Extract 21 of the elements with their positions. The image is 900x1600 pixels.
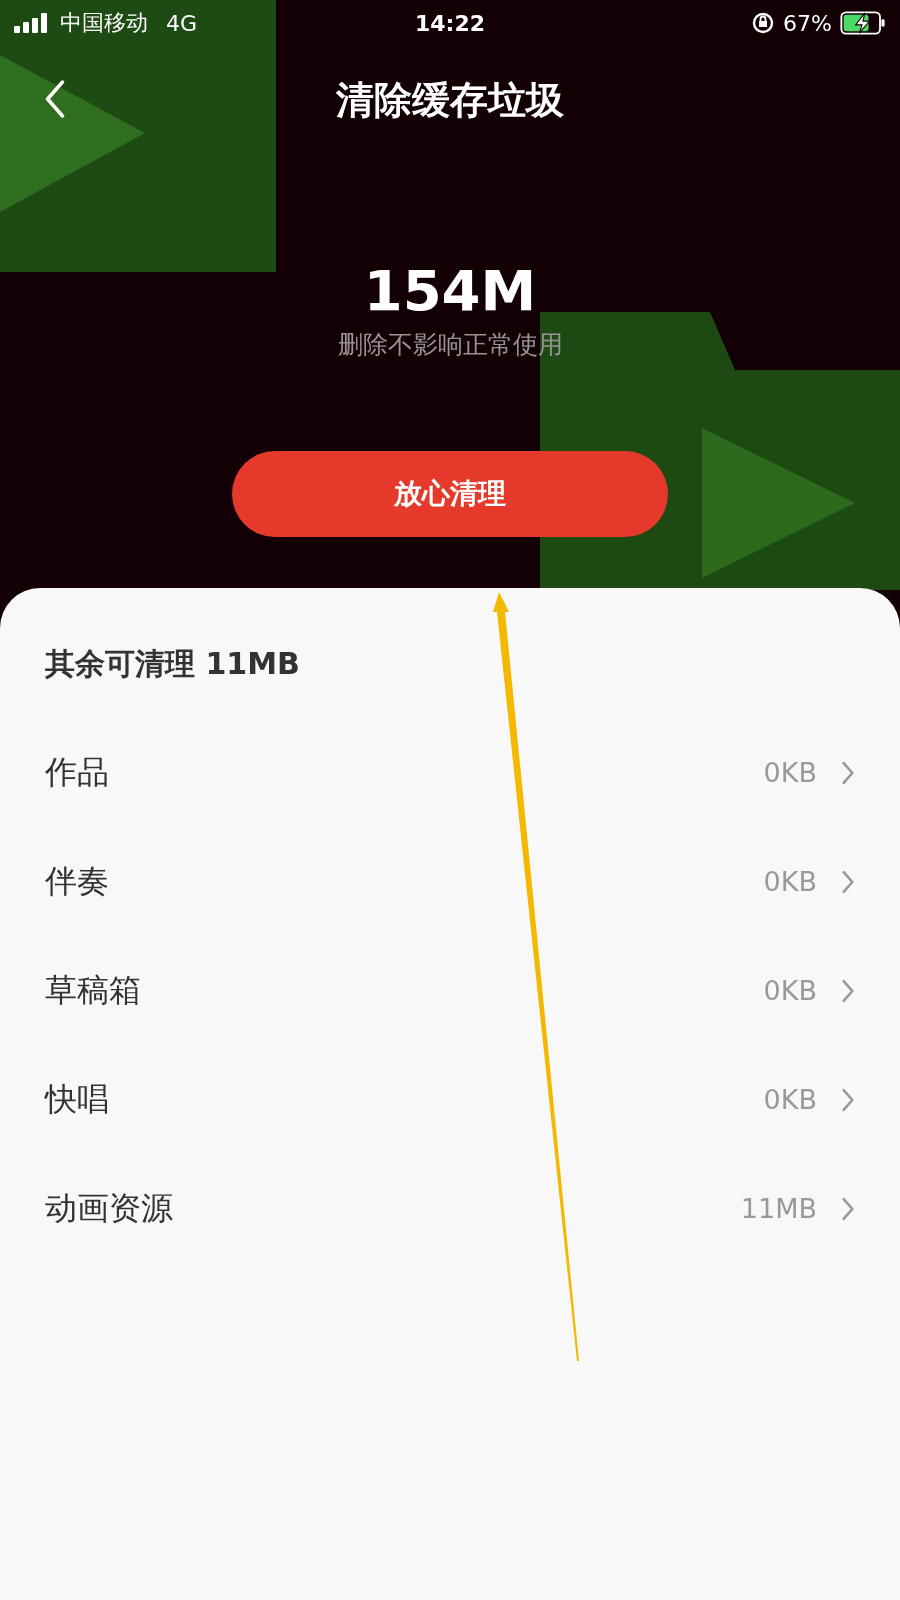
chevron-icon <box>841 1087 855 1112</box>
chevron-icon <box>841 760 855 785</box>
cache-item[interactable]: 伴奏 0KB <box>45 827 855 936</box>
section-title: 其余可清理 11MB <box>45 645 301 683</box>
cache-item[interactable]: 作品 0KB <box>45 718 855 827</box>
cache-size: 154M <box>363 257 537 325</box>
cache-item[interactable]: 草稿箱 0KB <box>45 936 855 1045</box>
clean-button[interactable]: 放心清理 <box>232 451 668 537</box>
battery-percent: 67% <box>783 10 832 36</box>
signal-icon <box>14 13 50 33</box>
page-title: 清除缓存垃圾 <box>336 76 564 124</box>
cache-item[interactable]: 动画资源 11MB <box>45 1154 855 1263</box>
carrier-name: 中国移动 <box>60 9 148 37</box>
chevron-icon <box>841 978 855 1003</box>
clock-time: 14:22 <box>415 10 485 36</box>
cache-item[interactable]: 快唱 0KB <box>45 1045 855 1154</box>
battery-icon <box>840 11 886 35</box>
chevron-icon <box>841 869 855 894</box>
rotation-lock-icon <box>751 11 776 35</box>
chevron-icon <box>841 1196 855 1221</box>
network-type: 4G <box>166 10 198 36</box>
